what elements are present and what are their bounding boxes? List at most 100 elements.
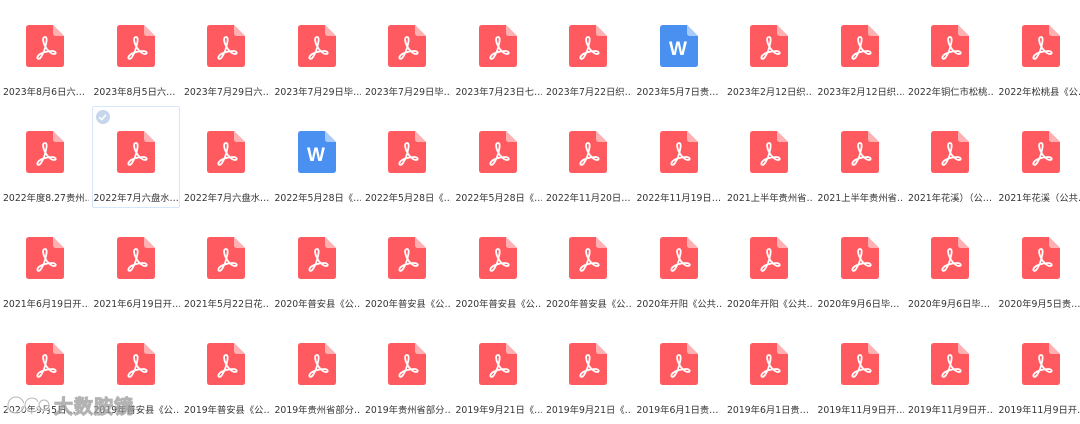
file-name: 2023年5月7日贵… <box>636 87 719 98</box>
pdf-icon <box>388 343 426 385</box>
file-name: 2020年9月6日毕… <box>817 299 900 310</box>
pdf-icon <box>1021 131 1060 173</box>
file-item[interactable]: 2023年2月12日织… <box>725 0 813 102</box>
file-item[interactable]: 2020年普安县《公… <box>544 212 632 314</box>
file-item[interactable]: 2019年11月9日开… <box>997 318 1080 420</box>
pdf-icon <box>569 25 607 67</box>
file-item[interactable]: 2020年9月6日毕… <box>816 212 904 314</box>
file-item[interactable]: 2021上半年贵州省… <box>816 106 904 208</box>
file-item[interactable]: 2023年2月12日织… <box>816 0 904 102</box>
file-item[interactable]: 2023年7月29日六… <box>182 0 270 102</box>
pdf-icon <box>207 237 245 279</box>
file-item[interactable]: 2022年铜仁市松桃… <box>906 0 994 102</box>
file-item[interactable]: 2019年9月21日《… <box>454 318 542 420</box>
file-item[interactable]: W 2023年5月7日贵… <box>635 0 723 102</box>
file-item[interactable]: 2021上半年贵州省… <box>725 106 813 208</box>
file-item[interactable]: 2023年8月6日六… <box>1 0 89 102</box>
file-item[interactable]: 2022年11月19日… <box>635 106 723 208</box>
file-item[interactable]: 2022年7月六盘水… <box>91 106 180 208</box>
file-name: 2020年开阳《公共… <box>636 299 723 310</box>
file-item[interactable]: 2020年9月6日毕… <box>906 212 994 314</box>
pdf-icon <box>478 25 517 67</box>
file-item[interactable]: 2019年9月21日《… <box>544 318 632 420</box>
pdf-icon <box>26 25 64 67</box>
pdf-icon <box>478 343 517 385</box>
file-item[interactable]: 2022年松桃县《公… <box>997 0 1080 102</box>
file-item[interactable]: 2021年花溪）（公… <box>906 106 994 208</box>
pdf-icon <box>116 237 155 279</box>
file-item[interactable]: 2023年7月22日织… <box>544 0 632 102</box>
file-name: 2023年7月29日六… <box>184 87 270 98</box>
file-item[interactable]: 2019年11月9日开… <box>816 318 904 420</box>
file-item[interactable]: 2023年7月29日毕… <box>273 0 361 102</box>
file-item[interactable]: 2023年8月5日六… <box>92 0 180 102</box>
file-item[interactable]: 2020年普安县《公… <box>454 212 542 314</box>
file-item[interactable]: 2021年6月19日开… <box>92 212 180 314</box>
file-item[interactable]: 2019年普安县《公… <box>182 318 270 420</box>
svg-text:W: W <box>669 39 687 60</box>
file-item[interactable]: 2023年7月29日毕… <box>363 0 451 102</box>
word-icon: W <box>659 25 698 67</box>
pdf-icon <box>931 343 969 385</box>
file-name: 2022年7月六盘水… <box>93 193 179 204</box>
pdf-icon <box>569 343 607 385</box>
file-name: 2023年7月29日毕… <box>274 87 361 98</box>
pdf-icon <box>931 25 969 67</box>
file-name: 2023年7月23日七… <box>455 87 542 98</box>
file-item[interactable]: 2022年5月28日《… <box>454 106 542 208</box>
file-name: 2022年5月28日《… <box>455 193 542 204</box>
file-name: 2019年9月21日《… <box>455 405 542 416</box>
pdf-icon <box>478 131 517 173</box>
pdf-icon <box>659 131 698 173</box>
pdf-icon <box>659 237 698 279</box>
file-name: 2021年6月19日开… <box>3 299 89 310</box>
file-item[interactable]: 2023年7月23日七… <box>454 0 542 102</box>
file-item[interactable]: 2020年9月5日贵… <box>997 212 1080 314</box>
pdf-icon <box>931 131 969 173</box>
file-item[interactable]: 2021年5月22日花… <box>182 212 270 314</box>
file-item[interactable]: 2019年6月1日贵… <box>725 318 813 420</box>
file-item[interactable]: 2021年6月19日开… <box>1 212 89 314</box>
pdf-icon <box>931 237 969 279</box>
pdf-icon <box>750 237 788 279</box>
file-name: 2022年5月28日《… <box>365 193 451 204</box>
checkmark-icon[interactable] <box>95 110 110 124</box>
file-item[interactable]: 2019年11月9日开… <box>906 318 994 420</box>
pdf-icon <box>116 343 155 385</box>
file-item[interactable]: 2019年贵州省部分… <box>363 318 451 420</box>
svg-text:W: W <box>307 145 325 166</box>
file-item[interactable]: 2019年普安县《公… <box>92 318 180 420</box>
file-item[interactable]: 2020年开阳《公共… <box>725 212 813 314</box>
file-item[interactable]: 2022年度8.27贵州… <box>1 106 89 208</box>
file-item[interactable]: W 2022年5月28日《… <box>273 106 361 208</box>
file-name: 2022年7月六盘水… <box>184 193 270 204</box>
file-name: 2019年6月1日贵… <box>727 405 809 416</box>
pdf-icon <box>750 343 788 385</box>
pdf-icon <box>1021 343 1060 385</box>
file-item[interactable]: 2019年贵州省部分… <box>273 318 361 420</box>
file-item[interactable]: 2022年11月20日… <box>544 106 632 208</box>
file-item[interactable]: 2020年普安县《公… <box>273 212 361 314</box>
file-name: 2020年普安县《公… <box>546 299 632 310</box>
file-item[interactable]: 2020年9月5日… <box>1 318 89 420</box>
pdf-icon <box>840 237 879 279</box>
pdf-icon <box>840 131 879 173</box>
file-name: 2021年花溪）（公… <box>908 193 993 204</box>
file-item[interactable]: 2022年7月六盘水… <box>182 106 270 208</box>
file-name: 2019年贵州省部分… <box>365 405 451 416</box>
pdf-icon <box>26 343 64 385</box>
word-icon: W <box>297 131 336 173</box>
pdf-icon <box>388 131 426 173</box>
file-item[interactable]: 2020年普安县《公… <box>363 212 451 314</box>
file-item[interactable]: 2019年6月1日贵… <box>635 318 723 420</box>
file-item[interactable]: 2021年花溪（公共… <box>997 106 1080 208</box>
file-name: 2020年9月5日… <box>3 405 76 416</box>
pdf-icon <box>569 131 607 173</box>
pdf-icon <box>659 343 698 385</box>
file-item[interactable]: 2020年开阳《公共… <box>635 212 723 314</box>
file-item[interactable]: 2022年5月28日《… <box>363 106 451 208</box>
pdf-icon <box>26 237 64 279</box>
pdf-icon <box>207 25 245 67</box>
file-name: 2022年松桃县《公… <box>998 87 1080 98</box>
pdf-icon <box>297 25 336 67</box>
